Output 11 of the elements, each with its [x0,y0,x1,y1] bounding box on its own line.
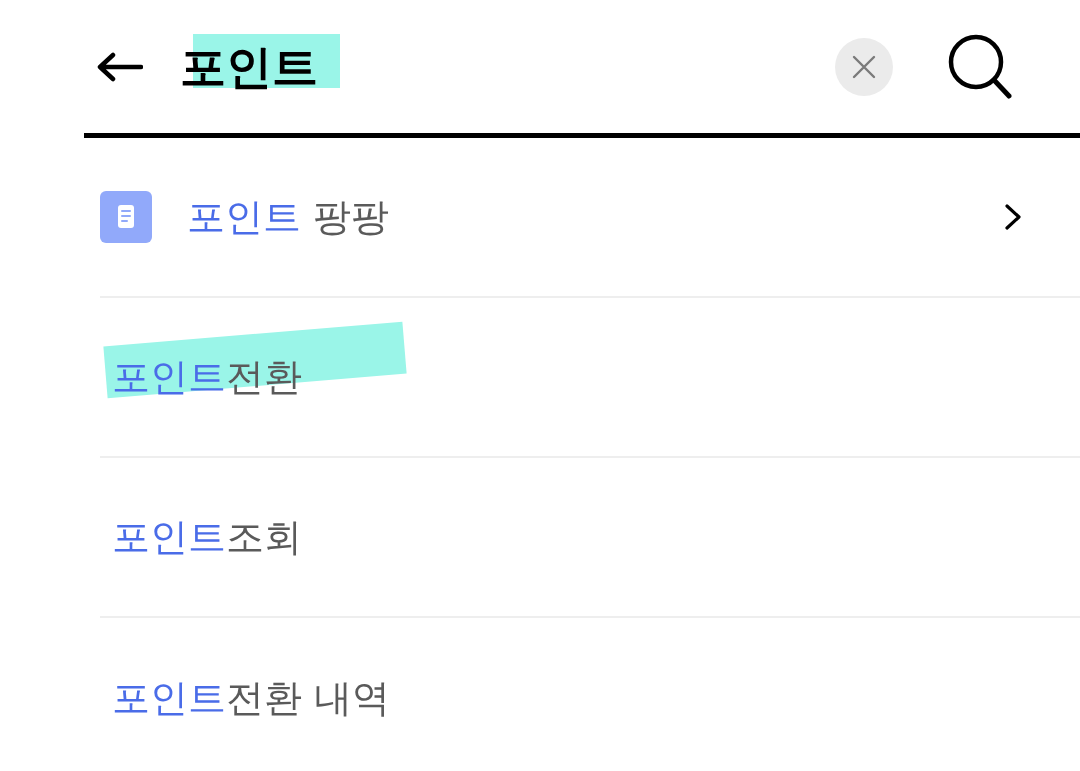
search-icon [948,33,1012,100]
close-icon [852,54,876,79]
document-icon [100,191,152,243]
search-result-item[interactable]: 포인트 팡팡 [100,138,1080,298]
back-arrow-icon [97,51,143,82]
search-suggestion-item[interactable]: 포인트조회 [100,458,1080,618]
back-button[interactable] [97,51,143,82]
search-button[interactable] [948,33,1012,100]
search-suggestion-item[interactable]: 포인트전환 내역 [100,618,1080,771]
chevron-right-icon [1004,204,1022,230]
search-field[interactable]: 포인트 [180,36,821,97]
